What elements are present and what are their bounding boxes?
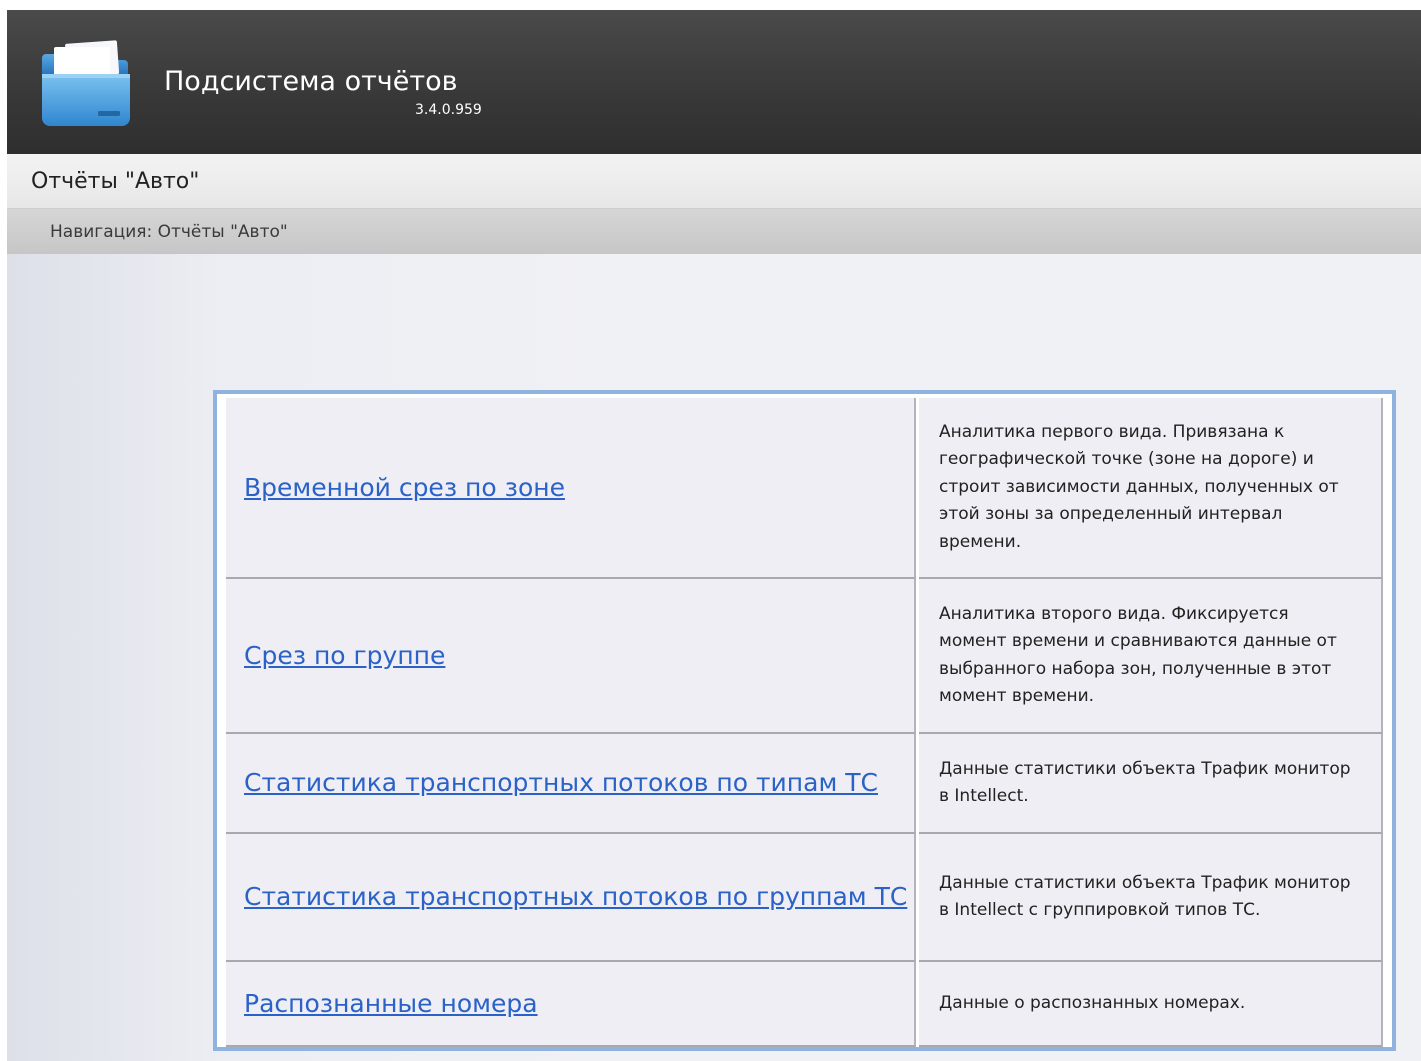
page-title: Отчёты "Авто" [31,169,200,194]
reports-table: Временной срез по зоне Аналитика первого… [213,390,1396,1051]
report-link-cell: Статистика транспортных потоков по групп… [226,834,916,962]
report-description: Данные статистики объекта Трафик монитор… [939,758,1351,807]
table-row: Статистика транспортных потоков по типам… [226,734,1383,834]
reports-grid: Временной срез по зоне Аналитика первого… [223,398,1386,1047]
report-description-cell: Данные о распознанных номерах. [919,962,1383,1047]
report-link-cell: Распознанные номера [226,962,916,1047]
folder-icon [42,40,130,126]
page-title-bar: Отчёты "Авто" [7,154,1421,209]
table-row: Срез по группе Аналитика второго вида. Ф… [226,579,1383,734]
table-row: Статистика транспортных потоков по групп… [226,834,1383,962]
app-title: Подсистема отчётов [164,66,458,97]
report-description-cell: Аналитика первого вида. Привязана к геог… [919,398,1383,579]
report-description: Аналитика первого вида. Привязана к геог… [939,421,1339,552]
table-row: Распознанные номера Данные о распознанны… [226,962,1383,1047]
report-link-cell: Срез по группе [226,579,916,734]
report-description: Данные статистики объекта Трафик монитор… [939,872,1351,921]
navigation-bar: Навигация: Отчёты "Авто" [7,209,1421,254]
report-description: Данные о распознанных номерах. [939,992,1246,1013]
report-description-cell: Данные статистики объекта Трафик монитор… [919,734,1383,834]
report-link-cell: Статистика транспортных потоков по типам… [226,734,916,834]
app-window: Подсистема отчётов 3.4.0.959 Отчёты "Авт… [7,10,1421,1061]
report-link-zone-time-slice[interactable]: Временной срез по зоне [244,473,565,502]
report-link-traffic-by-type[interactable]: Статистика транспортных потоков по типам… [244,768,878,797]
report-link-cell: Временной срез по зоне [226,398,916,579]
breadcrumb: Навигация: Отчёты "Авто" [50,222,288,242]
report-link-group-slice[interactable]: Срез по группе [244,641,445,670]
report-description-cell: Данные статистики объекта Трафик монитор… [919,834,1383,962]
report-link-traffic-by-group[interactable]: Статистика транспортных потоков по групп… [244,882,907,911]
table-row: Временной срез по зоне Аналитика первого… [226,398,1383,579]
report-link-recognized-plates[interactable]: Распознанные номера [244,989,538,1018]
report-description-cell: Аналитика второго вида. Фиксируется моме… [919,579,1383,734]
app-version: 3.4.0.959 [415,102,482,118]
report-description: Аналитика второго вида. Фиксируется моме… [939,603,1337,707]
app-header: Подсистема отчётов 3.4.0.959 [7,10,1421,154]
